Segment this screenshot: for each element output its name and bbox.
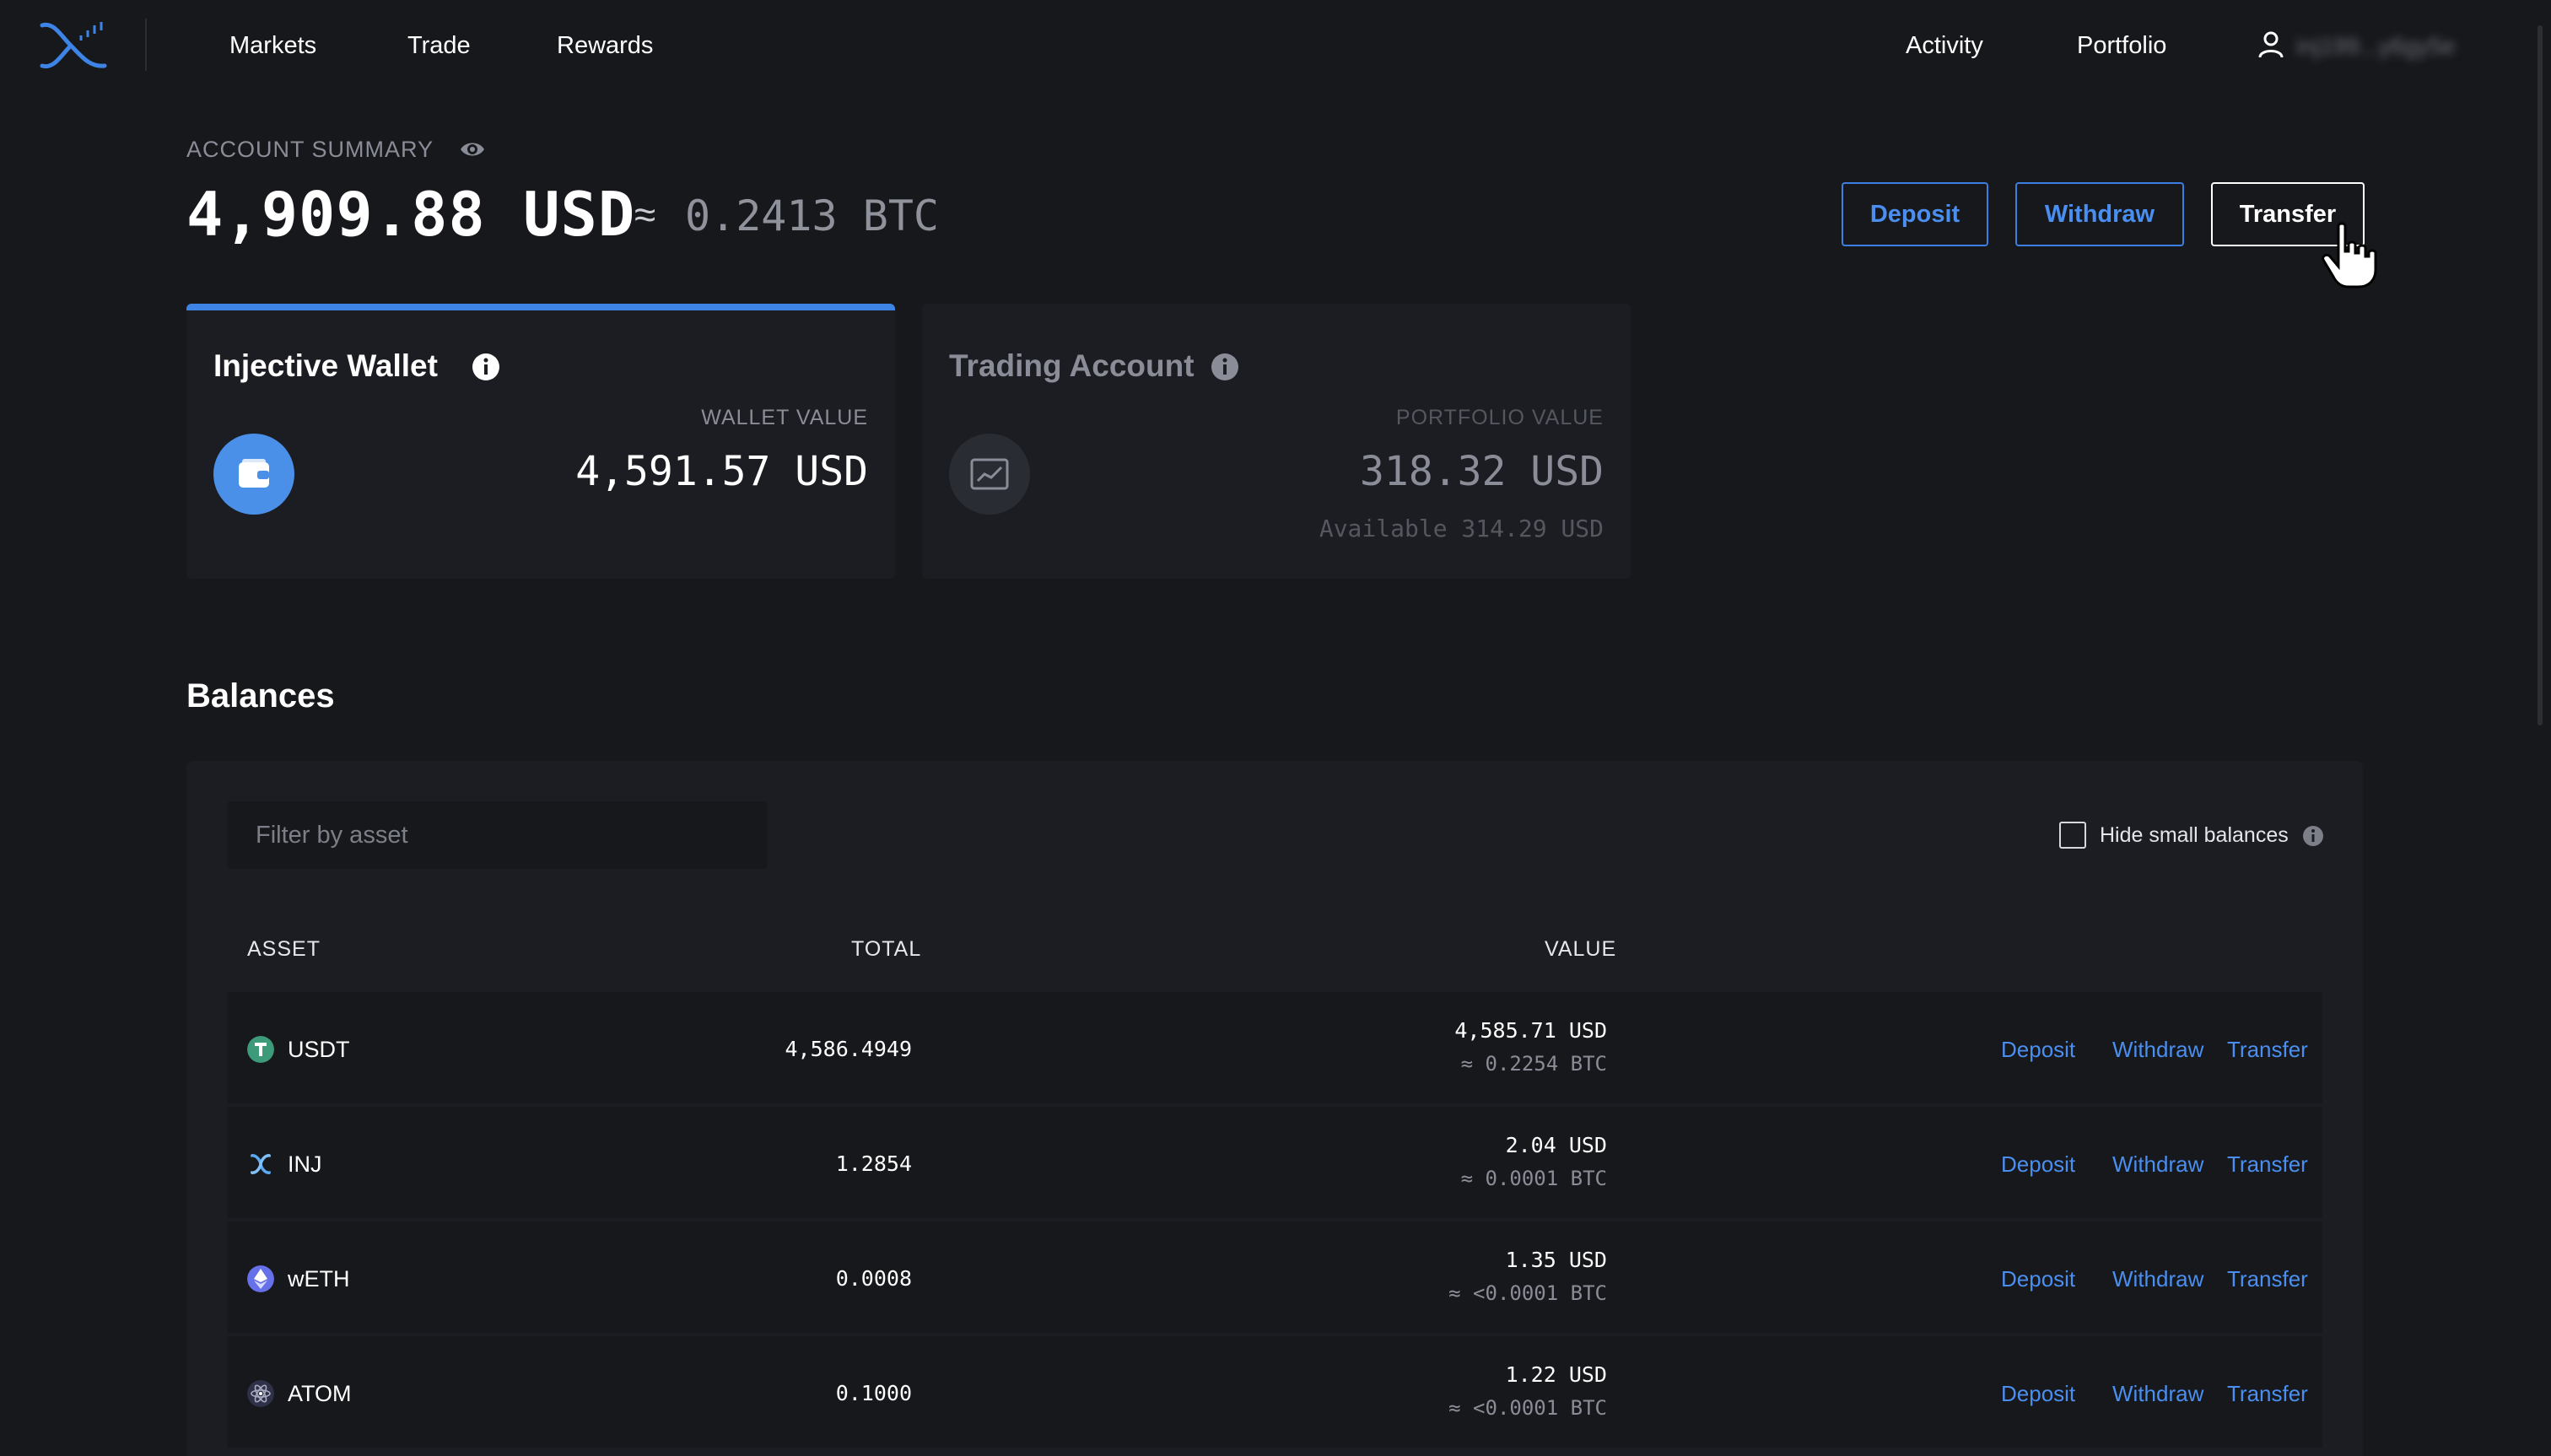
trading-badge xyxy=(949,434,1030,515)
row-withdraw-link[interactable]: Withdraw xyxy=(2112,1380,2203,1407)
row-withdraw-link[interactable]: Withdraw xyxy=(2112,1151,2203,1178)
row-deposit-link[interactable]: Deposit xyxy=(2001,1036,2075,1063)
asset-value-btc: ≈ <0.0001 BTC xyxy=(1448,1281,1607,1305)
wallet-card-title: Injective Wallet xyxy=(213,348,438,383)
deposit-button[interactable]: Deposit xyxy=(1842,182,1988,246)
info-icon[interactable] xyxy=(1211,353,1239,381)
chart-icon xyxy=(970,458,1009,490)
wallet-icon xyxy=(239,459,269,488)
row-deposit-link[interactable]: Deposit xyxy=(2001,1265,2075,1292)
wallet-badge xyxy=(213,434,294,515)
info-icon[interactable] xyxy=(2302,825,2324,847)
row-transfer-link[interactable]: Transfer xyxy=(2227,1036,2308,1063)
nav-portfolio[interactable]: Portfolio xyxy=(2077,29,2166,62)
filter-asset-input[interactable] xyxy=(227,801,767,869)
nav-activity[interactable]: Activity xyxy=(1906,29,1983,62)
table-row: wETH 0.0008 1.35 USD ≈ <0.0001 BTC Depos… xyxy=(227,1221,2322,1333)
active-card-indicator xyxy=(186,304,895,310)
top-navigation: Markets Trade Rewards Activity Portfolio… xyxy=(0,0,2551,91)
header-value: VALUE xyxy=(1545,937,1617,961)
wallet-value-label: WALLET VALUE xyxy=(701,406,868,429)
page-scrollbar[interactable] xyxy=(2538,25,2543,725)
row-transfer-link[interactable]: Transfer xyxy=(2227,1151,2308,1178)
nav-trade[interactable]: Trade xyxy=(407,29,471,62)
usdt-icon xyxy=(247,1036,274,1063)
asset-total: 4,586.4949 xyxy=(785,1037,912,1061)
asset-name: wETH xyxy=(288,1266,350,1292)
asset-total: 1.2854 xyxy=(835,1151,912,1176)
asset-name: INJ xyxy=(288,1151,322,1177)
hide-small-balances-label[interactable]: Hide small balances xyxy=(2100,822,2289,849)
account-total-usd: 4,909.88 USD xyxy=(186,179,636,250)
row-transfer-link[interactable]: Transfer xyxy=(2227,1380,2308,1407)
trading-card-title: Trading Account xyxy=(949,348,1195,383)
weth-icon xyxy=(247,1265,274,1292)
hand-cursor-icon xyxy=(2322,222,2377,289)
hide-small-balances-checkbox[interactable] xyxy=(2059,822,2086,849)
injective-logo-icon[interactable] xyxy=(39,19,108,73)
asset-value-usd: 4,585.71 USD xyxy=(1454,1018,1607,1043)
eye-icon[interactable] xyxy=(459,138,486,160)
asset-total: 0.1000 xyxy=(835,1381,912,1405)
asset-value-btc: ≈ 0.2254 BTC xyxy=(1460,1052,1607,1076)
row-deposit-link[interactable]: Deposit xyxy=(2001,1380,2075,1407)
portfolio-value-label: PORTFOLIO VALUE xyxy=(1395,406,1604,429)
nav-rewards[interactable]: Rewards xyxy=(557,29,653,62)
asset-name: ATOM xyxy=(288,1381,352,1406)
atom-icon xyxy=(247,1380,274,1407)
table-row: ATOM 0.1000 1.22 USD ≈ <0.0001 BTC Depos… xyxy=(227,1336,2322,1448)
nav-markets[interactable]: Markets xyxy=(229,29,316,62)
withdraw-button[interactable]: Withdraw xyxy=(2015,182,2184,246)
portfolio-value: 318.32 USD xyxy=(1360,448,1604,495)
inj-icon xyxy=(250,1154,272,1174)
asset-value-btc: ≈ 0.0001 BTC xyxy=(1460,1167,1607,1190)
trading-account-card[interactable]: Trading Account PORTFOLIO VALUE 318.32 U… xyxy=(922,304,1631,579)
table-row: INJ 1.2854 2.04 USD ≈ 0.0001 BTC Deposit… xyxy=(227,1107,2322,1218)
asset-name: USDT xyxy=(288,1037,350,1062)
nav-divider xyxy=(145,19,147,71)
asset-value-btc: ≈ <0.0001 BTC xyxy=(1448,1396,1607,1420)
user-wallet-address[interactable]: inj199...y6gy5e xyxy=(2296,30,2455,62)
balances-panel: Hide small balances ASSET TOTAL VALUE US… xyxy=(186,761,2363,1456)
account-total-btc: 0.2413 BTC xyxy=(685,191,940,240)
row-withdraw-link[interactable]: Withdraw xyxy=(2112,1036,2203,1063)
injective-wallet-card: Injective Wallet WALLET VALUE 4,591.57 U… xyxy=(186,304,895,579)
info-icon[interactable] xyxy=(472,353,500,381)
row-transfer-link[interactable]: Transfer xyxy=(2227,1265,2308,1292)
wallet-value: 4,591.57 USD xyxy=(575,448,868,495)
approx-symbol: ≈ xyxy=(634,192,656,236)
user-icon[interactable] xyxy=(2257,30,2284,59)
row-withdraw-link[interactable]: Withdraw xyxy=(2112,1265,2203,1292)
row-deposit-link[interactable]: Deposit xyxy=(2001,1151,2075,1178)
asset-value-usd: 1.22 USD xyxy=(1505,1362,1607,1387)
asset-value-usd: 1.35 USD xyxy=(1505,1248,1607,1272)
available-balance: Available 314.29 USD xyxy=(1319,515,1604,542)
header-total: TOTAL xyxy=(851,937,922,961)
balances-title: Balances xyxy=(186,677,335,715)
asset-value-usd: 2.04 USD xyxy=(1505,1133,1607,1157)
asset-total: 0.0008 xyxy=(835,1266,912,1291)
table-row: USDT 4,586.4949 4,585.71 USD ≈ 0.2254 BT… xyxy=(227,992,2322,1103)
header-asset: ASSET xyxy=(247,937,321,961)
account-summary-label: ACCOUNT SUMMARY xyxy=(186,137,434,162)
